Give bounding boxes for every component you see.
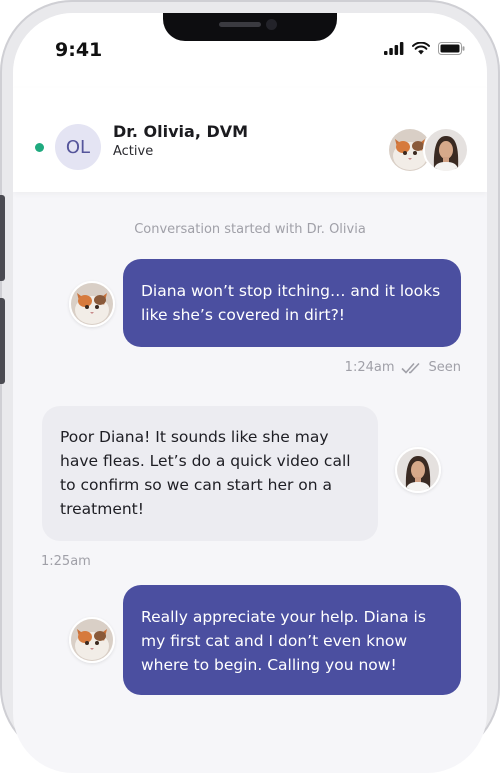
message-bubble-received[interactable]: Poor Diana! It sounds like she may have … (42, 406, 378, 541)
cat-avatar (69, 281, 115, 327)
message-meta: 1:24am Seen (345, 360, 461, 375)
doctor-name: Dr. Olivia, DVM (113, 122, 249, 141)
conversation-started-label: Conversation started with Dr. Olivia (134, 222, 366, 237)
status-icons (384, 42, 465, 55)
participant-avatars[interactable] (387, 127, 469, 173)
doctor-photo-avatar (395, 447, 441, 493)
doctor-status: Active (113, 144, 154, 159)
volume-down-button (0, 298, 5, 384)
volume-up-button (0, 195, 5, 281)
read-receipt: Seen (428, 360, 462, 375)
notch (163, 13, 337, 41)
message-time: 1:25am (41, 554, 91, 569)
online-indicator (35, 143, 44, 152)
status-time: 9:41 (55, 39, 103, 61)
phone-frame: 9:41 OL Dr. Olivia, DVM Active Conversat… (0, 0, 500, 773)
message-bubble-sent[interactable]: Diana won’t stop itching… and it looks l… (123, 259, 461, 347)
wifi-icon (412, 42, 430, 55)
doctor-photo-avatar (423, 127, 469, 173)
message-time: 1:24am (344, 360, 395, 375)
message-bubble-sent[interactable]: Really appreciate your help. Diana is my… (123, 585, 461, 695)
speaker (219, 22, 261, 27)
message-meta: 1:25am (41, 554, 91, 569)
doctor-initials-avatar[interactable]: OL (55, 124, 101, 170)
chat-header: OL Dr. Olivia, DVM Active (13, 88, 487, 192)
cat-avatar (69, 617, 115, 663)
double-check-icon (400, 362, 420, 374)
battery-icon (438, 42, 465, 55)
front-camera (266, 19, 277, 30)
phone-screen: 9:41 OL Dr. Olivia, DVM Active Conversat… (13, 13, 487, 773)
signal-icon (384, 42, 404, 55)
